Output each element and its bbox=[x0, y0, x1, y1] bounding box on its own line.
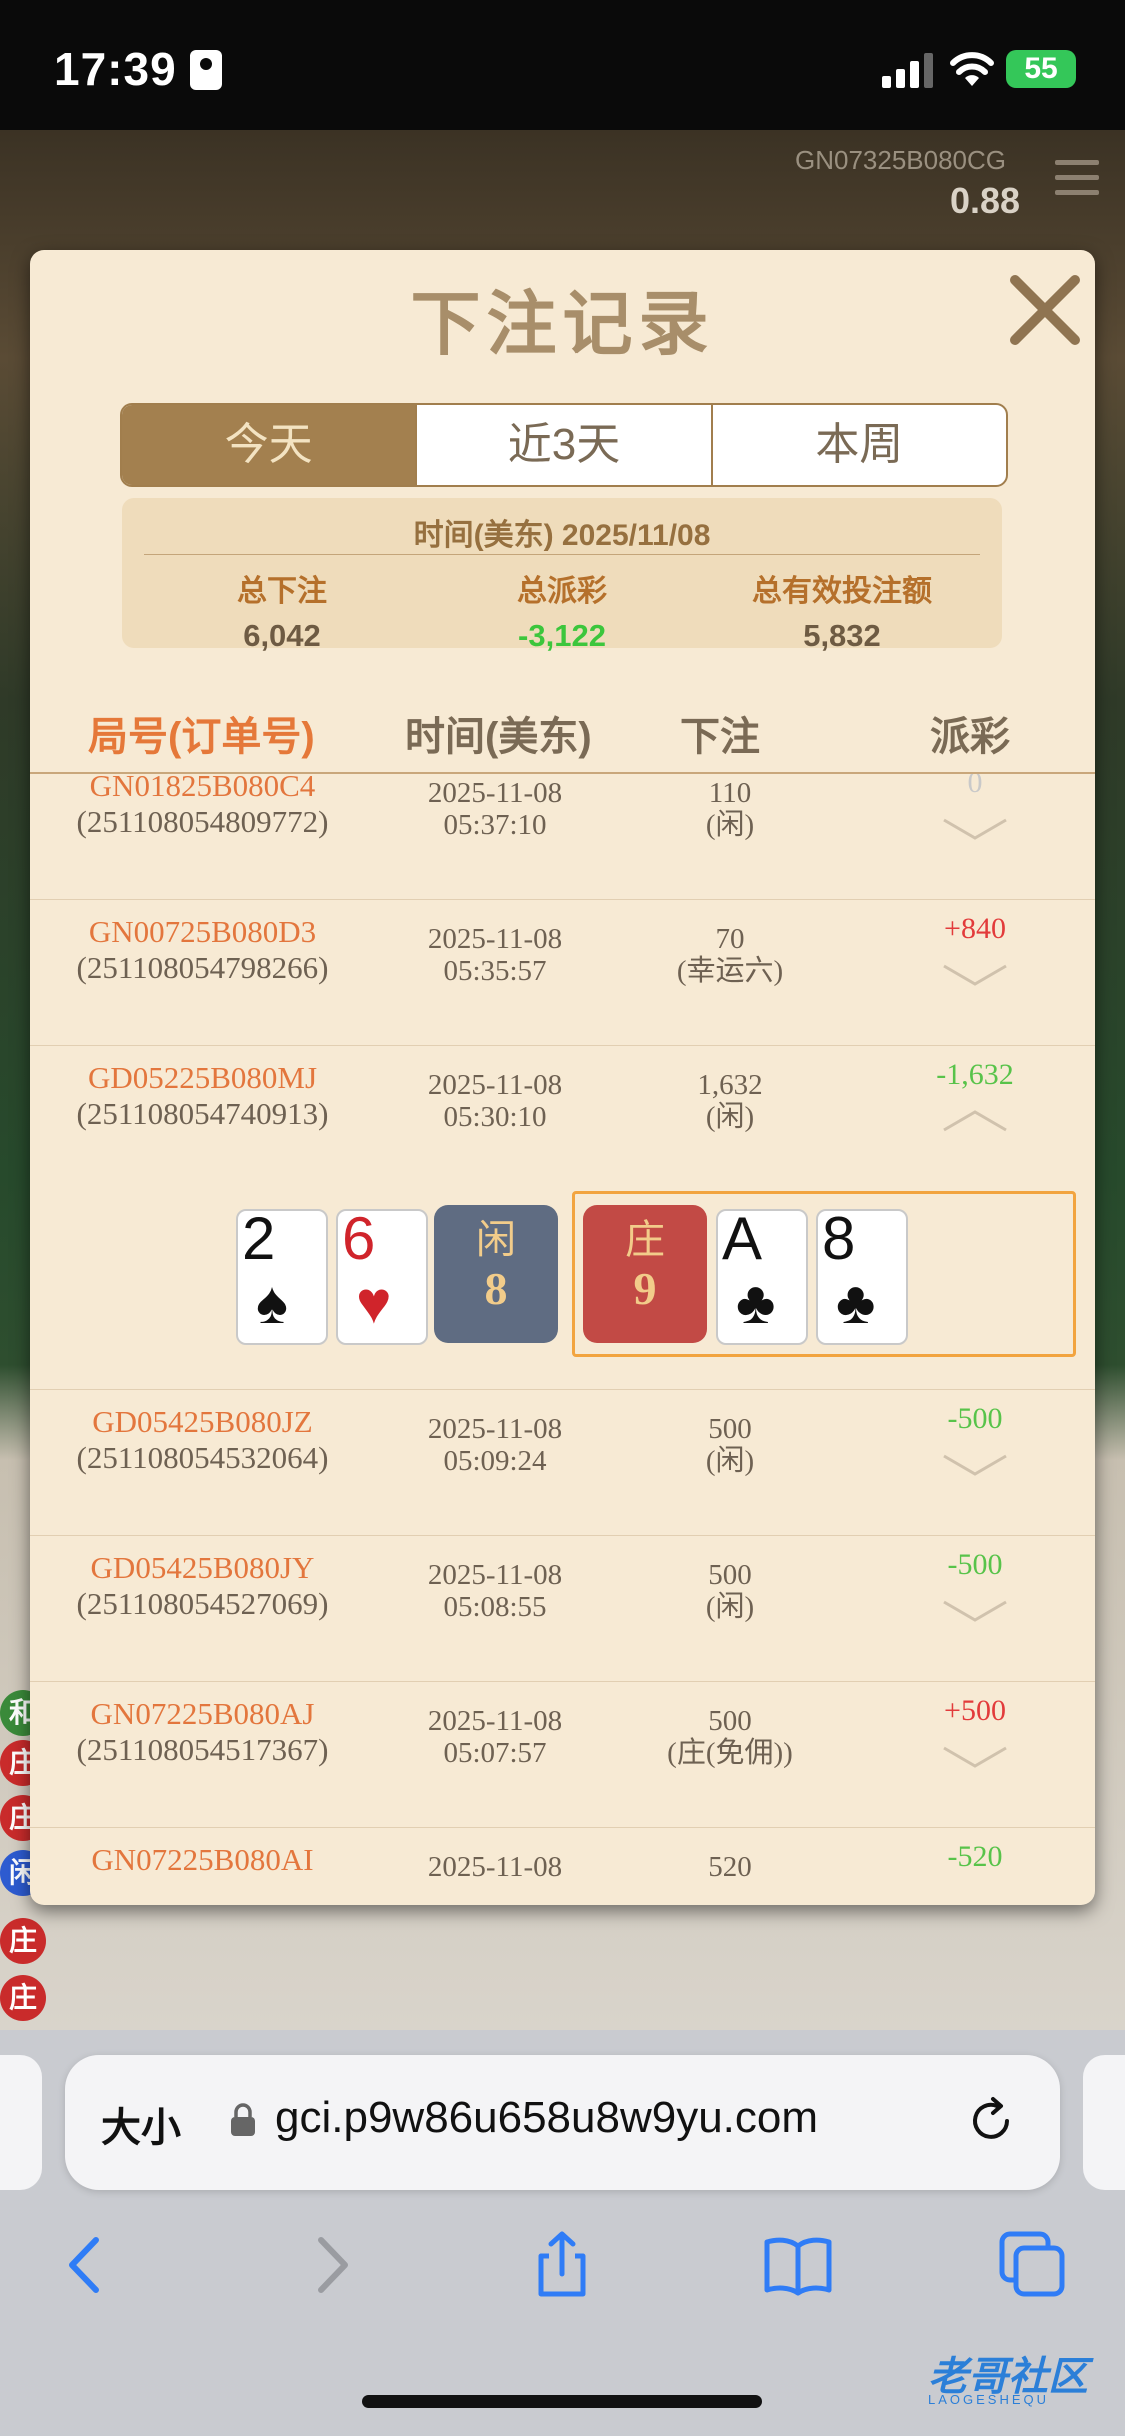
cellular-signal-icon bbox=[882, 53, 933, 88]
watermark-logo: 老哥社区 LAOGESHEQU bbox=[928, 2355, 1088, 2407]
round-id: GD05425B080JZ (251108054532064) bbox=[76, 1404, 329, 1475]
table-row[interactable]: GD05425B080JY (251108054527069) 2025-11-0… bbox=[30, 1536, 1095, 1682]
forward-icon[interactable] bbox=[295, 2230, 365, 2300]
status-bar: 17:39 55 bbox=[0, 0, 1125, 130]
payout-value: -500 bbox=[947, 1548, 1003, 1581]
summary-date: 时间(美东) 2025/11/08 bbox=[413, 519, 711, 552]
table-row-expanded[interactable]: GD05225B080MJ (251108054740913) 2025-11-0… bbox=[30, 1046, 1095, 1390]
table-row[interactable]: GN01825B080C4 (251108054809772) 2025-11-0… bbox=[30, 774, 1095, 900]
bet-amount: 110 (闲) bbox=[705, 777, 755, 841]
chevron-down-icon[interactable] bbox=[940, 1742, 1010, 1772]
payout-value: 0 bbox=[967, 774, 983, 799]
table-id: GN07325B080CG bbox=[795, 145, 1007, 175]
bet-history-modal: 下注记录 今天 近3天 本周 时间(美东) 2025/11/08 总下注 6,0… bbox=[30, 250, 1095, 1905]
payout-value: +500 bbox=[944, 1694, 1006, 1727]
tab-last-3-days[interactable]: 近3天 bbox=[417, 405, 713, 485]
banker-score-badge: 庄 9 bbox=[583, 1205, 707, 1343]
url-text[interactable]: gci.p9w86u658u8w9yu.com bbox=[275, 2093, 818, 2143]
summary-total-payout: 总派彩 -3,122 bbox=[517, 575, 607, 653]
round-id: GN07225B080AI bbox=[91, 1842, 314, 1877]
back-icon[interactable] bbox=[52, 2230, 122, 2300]
payout-value: -520 bbox=[947, 1840, 1003, 1873]
menu-icon[interactable] bbox=[1055, 160, 1099, 200]
table-odds: 0.88 bbox=[950, 180, 1021, 221]
column-header-time: 时间(美东) bbox=[405, 715, 592, 759]
column-header-round: 局号(订单号) bbox=[88, 715, 315, 759]
payout-value: -500 bbox=[947, 1402, 1003, 1435]
wifi-icon bbox=[950, 52, 994, 86]
bead-road-item: 庄 bbox=[0, 1975, 46, 2021]
player-card: 6 ♥ bbox=[336, 1209, 428, 1345]
table-header: 局号(订单号) 时间(美东) 下注 派彩 bbox=[30, 700, 1095, 774]
bet-time: 2025-11-08 05:08:55 bbox=[427, 1559, 563, 1623]
payout-value: +840 bbox=[944, 912, 1006, 945]
date-range-tabs: 今天 近3天 本周 bbox=[120, 403, 1008, 487]
reload-icon[interactable] bbox=[963, 2093, 1019, 2149]
share-icon[interactable] bbox=[527, 2230, 597, 2300]
column-header-payout: 派彩 bbox=[930, 715, 1010, 759]
banker-card: A ♣ bbox=[716, 1209, 808, 1345]
text-size-button[interactable]: 大小 bbox=[101, 2095, 181, 2153]
player-card: 2 ♠ bbox=[236, 1209, 328, 1345]
bet-amount: 500 (庄(免佣)) bbox=[667, 1705, 793, 1769]
bet-time: 2025-11-08 05:30:10 bbox=[427, 1069, 563, 1133]
bet-amount: 1,632 (闲) bbox=[697, 1069, 763, 1133]
focus-person-icon bbox=[190, 50, 222, 90]
divider bbox=[144, 554, 980, 555]
tab-today[interactable]: 今天 bbox=[122, 405, 418, 485]
close-icon[interactable] bbox=[1005, 270, 1085, 350]
bet-time: 2025-11-08 05:07:57 bbox=[427, 1705, 563, 1769]
summary-valid-bet: 总有效投注额 5,832 bbox=[752, 575, 932, 653]
previous-tab-preview[interactable] bbox=[0, 2055, 42, 2190]
round-id: GD05425B080JY (251108054527069) bbox=[76, 1550, 329, 1621]
lock-icon bbox=[231, 2103, 255, 2136]
column-header-bet: 下注 bbox=[680, 715, 760, 759]
status-time: 17:39 bbox=[54, 43, 177, 95]
next-tab-preview[interactable] bbox=[1083, 2055, 1125, 2190]
table-row[interactable]: GN07225B080AJ (251108054517367) 2025-11-0… bbox=[30, 1682, 1095, 1828]
bet-time: 2025-11-08 bbox=[427, 1851, 563, 1883]
summary-total-bet: 总下注 6,042 bbox=[237, 575, 327, 653]
home-indicator[interactable] bbox=[362, 2395, 762, 2408]
records-list[interactable]: GN01825B080C4 (251108054809772) 2025-11-0… bbox=[30, 774, 1095, 1905]
player-score-badge: 闲 8 bbox=[434, 1205, 558, 1343]
bet-amount: 70 (幸运六) bbox=[676, 923, 784, 987]
table-row[interactable]: GN00725B080D3 (251108054798266) 2025-11-0… bbox=[30, 900, 1095, 1046]
bet-time: 2025-11-08 05:35:57 bbox=[427, 923, 563, 987]
round-result-detail: 2 ♠ 6 ♥ 闲 8 庄 9 A ♣ 8 ♣ bbox=[30, 1191, 1095, 1389]
bead-road-item: 庄 bbox=[0, 1918, 46, 1964]
bet-time: 2025-11-08 05:37:10 bbox=[427, 777, 563, 841]
chevron-down-icon[interactable] bbox=[940, 1596, 1010, 1626]
tab-this-week[interactable]: 本周 bbox=[713, 405, 1006, 485]
address-bar[interactable]: 大小 gci.p9w86u658u8w9yu.com bbox=[65, 2055, 1060, 2190]
round-id: GN00725B080D3 (251108054798266) bbox=[76, 914, 329, 985]
round-id: GN07225B080AJ (251108054517367) bbox=[76, 1696, 329, 1767]
summary-panel: 时间(美东) 2025/11/08 总下注 6,042 总派彩 -3,122 总… bbox=[122, 498, 1002, 653]
chevron-up-icon[interactable] bbox=[940, 1106, 1010, 1136]
banker-card: 8 ♣ bbox=[816, 1209, 908, 1345]
table-row[interactable]: GD05425B080JZ (251108054532064) 2025-11-0… bbox=[30, 1390, 1095, 1536]
battery-indicator: 55 bbox=[1006, 50, 1076, 88]
table-row[interactable]: GN07225B080AI 2025-11-08 520 -520 bbox=[30, 1828, 1095, 1905]
bookmarks-icon[interactable] bbox=[763, 2230, 833, 2300]
round-id: GN01825B080C4 (251108054809772) bbox=[76, 774, 329, 839]
round-id: GD05225B080MJ (251108054740913) bbox=[76, 1060, 329, 1131]
tabs-icon[interactable] bbox=[998, 2230, 1068, 2300]
chevron-down-icon[interactable] bbox=[940, 960, 1010, 990]
chevron-down-icon[interactable] bbox=[940, 814, 1010, 844]
payout-value: -1,632 bbox=[936, 1058, 1014, 1091]
bet-time: 2025-11-08 05:09:24 bbox=[427, 1413, 563, 1477]
bet-amount: 520 bbox=[708, 1851, 752, 1883]
bet-amount: 500 (闲) bbox=[705, 1559, 755, 1623]
chevron-down-icon[interactable] bbox=[940, 1450, 1010, 1480]
modal-title: 下注记录 bbox=[410, 285, 715, 363]
bet-amount: 500 (闲) bbox=[705, 1413, 755, 1477]
